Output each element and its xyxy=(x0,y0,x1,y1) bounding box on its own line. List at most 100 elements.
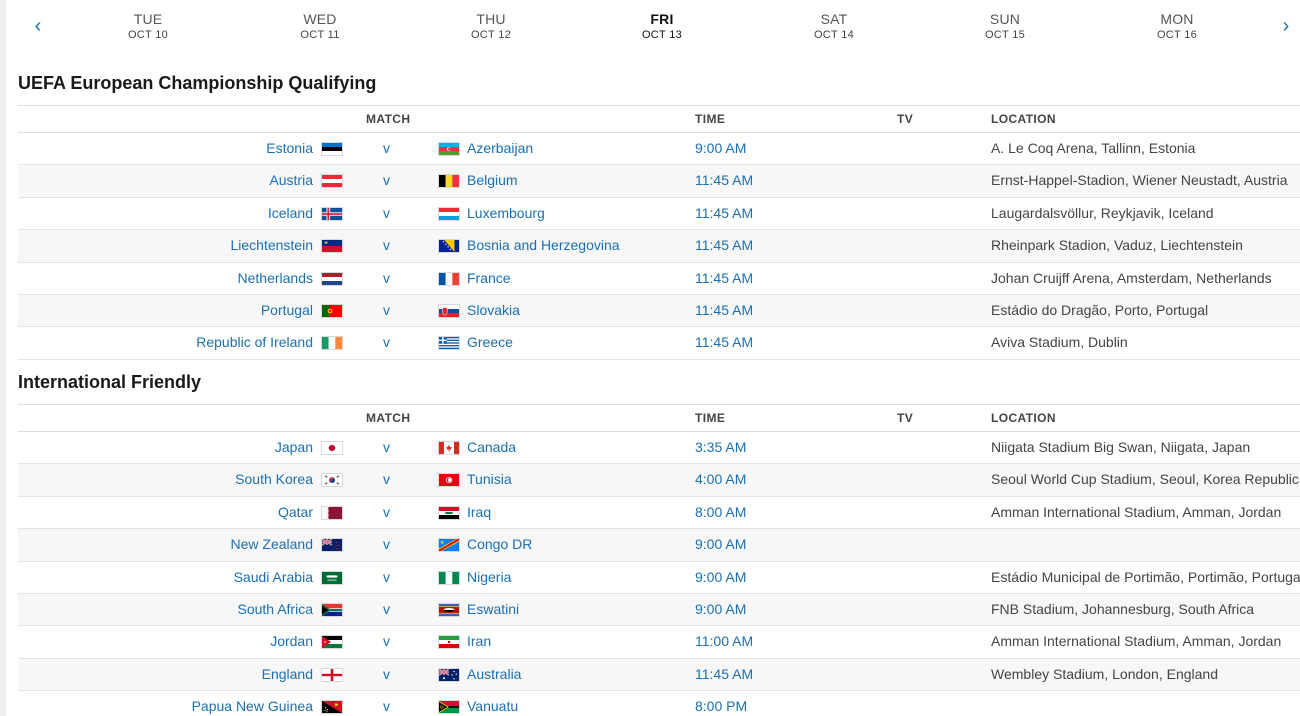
table-row: Austria v Belgium 11:45 AM Ernst-Happel-Stad… xyxy=(18,165,1300,198)
home-team-link[interactable]: Austria xyxy=(269,172,313,188)
match-time[interactable]: 11:45 AM xyxy=(695,237,753,253)
match-location: Estádio do Dragão, Porto, Portugal xyxy=(991,301,1209,318)
day-tue[interactable]: TUE OCT 10 xyxy=(88,11,208,41)
away-team-link[interactable]: Azerbaijan xyxy=(467,140,533,156)
home-team-link[interactable]: England xyxy=(262,666,313,682)
column-header-match: MATCH xyxy=(366,411,411,425)
match-time[interactable]: 9:00 AM xyxy=(695,536,746,552)
versus-link[interactable]: v xyxy=(383,666,390,682)
match-time[interactable]: 9:00 AM xyxy=(695,601,746,617)
away-team-link[interactable]: Iran xyxy=(467,633,491,649)
table-row: Republic of Ireland v Greece 11:45 AM Aviva … xyxy=(18,327,1300,360)
home-team-link[interactable]: Jordan xyxy=(270,633,313,649)
day-of-week: THU xyxy=(476,11,506,27)
away-team-link[interactable]: Congo DR xyxy=(467,536,532,552)
away-team-link[interactable]: Tunisia xyxy=(467,471,512,487)
versus-link[interactable]: v xyxy=(383,569,390,585)
home-team-link[interactable]: South Africa xyxy=(238,601,314,617)
away-team-link[interactable]: Greece xyxy=(467,334,513,350)
match-time[interactable]: 11:45 AM xyxy=(695,334,753,350)
match-time[interactable]: 3:35 AM xyxy=(695,439,746,455)
away-team-link[interactable]: Canada xyxy=(467,439,516,455)
match-time[interactable]: 8:00 AM xyxy=(695,504,746,520)
away-team-link[interactable]: Eswatini xyxy=(467,601,519,617)
chevron-right-icon[interactable]: › xyxy=(1276,12,1296,40)
home-team-link[interactable]: Qatar xyxy=(278,504,313,520)
versus-link[interactable]: v xyxy=(383,205,390,221)
south-korea-flag-icon xyxy=(321,473,343,488)
slovakia-flag-icon xyxy=(438,303,460,318)
away-team-link[interactable]: Vanuatu xyxy=(467,698,518,714)
match-time[interactable]: 11:45 AM xyxy=(695,666,753,682)
versus-link[interactable]: v xyxy=(383,471,390,487)
versus-link[interactable]: v xyxy=(383,536,390,552)
fixtures-table: MATCH TIME TV LOCATION Estonia v Azerbaijan 9:0… xyxy=(18,105,1300,360)
home-team-link[interactable]: Papua New Guinea xyxy=(192,698,313,714)
home-team-link[interactable]: Netherlands xyxy=(238,270,314,286)
date-strip: ‹ › TUE OCT 10 WED OCT 11 THU OCT 12 FRI OCT 13… xyxy=(6,0,1300,56)
match-time[interactable]: 11:45 AM xyxy=(695,172,753,188)
versus-link[interactable]: v xyxy=(383,633,390,649)
away-team-link[interactable]: Belgium xyxy=(467,172,518,188)
versus-link[interactable]: v xyxy=(383,172,390,188)
day-wed[interactable]: WED OCT 11 xyxy=(260,11,380,41)
home-team-link[interactable]: Republic of Ireland xyxy=(196,334,313,350)
match-time[interactable]: 11:45 AM xyxy=(695,205,753,221)
portugal-flag-icon xyxy=(321,303,343,318)
versus-link[interactable]: v xyxy=(383,140,390,156)
versus-link[interactable]: v xyxy=(383,601,390,617)
home-team-link[interactable]: New Zealand xyxy=(231,536,314,552)
versus-link[interactable]: v xyxy=(383,302,390,318)
away-team-link[interactable]: Australia xyxy=(467,666,521,682)
day-date: OCT 14 xyxy=(813,29,855,41)
away-team-link[interactable]: France xyxy=(467,270,511,286)
table-row: South Korea v Tunisia 4:00 AM Seoul World Cu… xyxy=(18,464,1300,497)
versus-link[interactable]: v xyxy=(383,439,390,455)
away-team-link[interactable]: Slovakia xyxy=(467,302,520,318)
japan-flag-icon xyxy=(321,441,343,455)
match-time[interactable]: 4:00 AM xyxy=(695,471,746,487)
match-time[interactable]: 11:45 AM xyxy=(695,270,753,286)
congo-dr-flag-icon xyxy=(438,538,460,553)
day-sun[interactable]: SUN OCT 15 xyxy=(945,11,1065,41)
column-header-tv: TV xyxy=(897,112,914,126)
match-time[interactable]: 9:00 AM xyxy=(695,140,746,156)
match-location: Wembley Stadium, London, England xyxy=(991,665,1218,682)
home-team-link[interactable]: Japan xyxy=(275,439,313,455)
versus-link[interactable]: v xyxy=(383,504,390,520)
versus-link[interactable]: v xyxy=(383,237,390,253)
match-time[interactable]: 9:00 AM xyxy=(695,569,746,585)
match-time[interactable]: 11:00 AM xyxy=(695,633,753,649)
day-fri[interactable]: FRI OCT 13 xyxy=(602,11,722,41)
home-team-link[interactable]: South Korea xyxy=(235,471,313,487)
day-of-week: SAT xyxy=(820,11,848,27)
table-row: New Zealand v Congo DR 9:00 AM xyxy=(18,529,1300,562)
home-team-link[interactable]: Portugal xyxy=(261,302,313,318)
chevron-left-icon[interactable]: ‹ xyxy=(28,12,48,40)
schedule-page: ‹ › TUE OCT 10 WED OCT 11 THU OCT 12 FRI OCT 13… xyxy=(6,0,1300,716)
away-team-link[interactable]: Bosnia and Herzegovina xyxy=(467,237,620,253)
home-team-link[interactable]: Estonia xyxy=(266,140,313,156)
match-time[interactable]: 8:00 PM xyxy=(695,698,747,714)
match-location: Seoul World Cup Stadium, Seoul, Korea Re… xyxy=(991,471,1299,488)
match-time[interactable]: 11:45 AM xyxy=(695,302,753,318)
versus-link[interactable]: v xyxy=(383,698,390,714)
away-team-link[interactable]: Iraq xyxy=(467,504,491,520)
home-team-link[interactable]: Saudi Arabia xyxy=(234,569,313,585)
australia-flag-icon xyxy=(438,667,460,682)
eswatini-flag-icon xyxy=(438,602,460,617)
greece-flag-icon xyxy=(438,336,460,351)
day-sat[interactable]: SAT OCT 14 xyxy=(774,11,894,41)
day-of-week: WED xyxy=(303,11,337,27)
home-team-link[interactable]: Liechtenstein xyxy=(230,237,313,253)
day-thu[interactable]: THU OCT 12 xyxy=(431,11,551,41)
versus-link[interactable]: v xyxy=(383,270,390,286)
away-team-link[interactable]: Nigeria xyxy=(467,569,511,585)
table-row: Iceland v Luxembourg 11:45 AM Laugardalsvöll… xyxy=(18,198,1300,231)
day-mon[interactable]: MON OCT 16 xyxy=(1117,11,1237,41)
away-team-link[interactable]: Luxembourg xyxy=(467,205,545,221)
home-team-link[interactable]: Iceland xyxy=(268,205,313,221)
versus-link[interactable]: v xyxy=(383,334,390,350)
south-africa-flag-icon xyxy=(321,602,343,617)
day-of-week: TUE xyxy=(133,11,163,27)
